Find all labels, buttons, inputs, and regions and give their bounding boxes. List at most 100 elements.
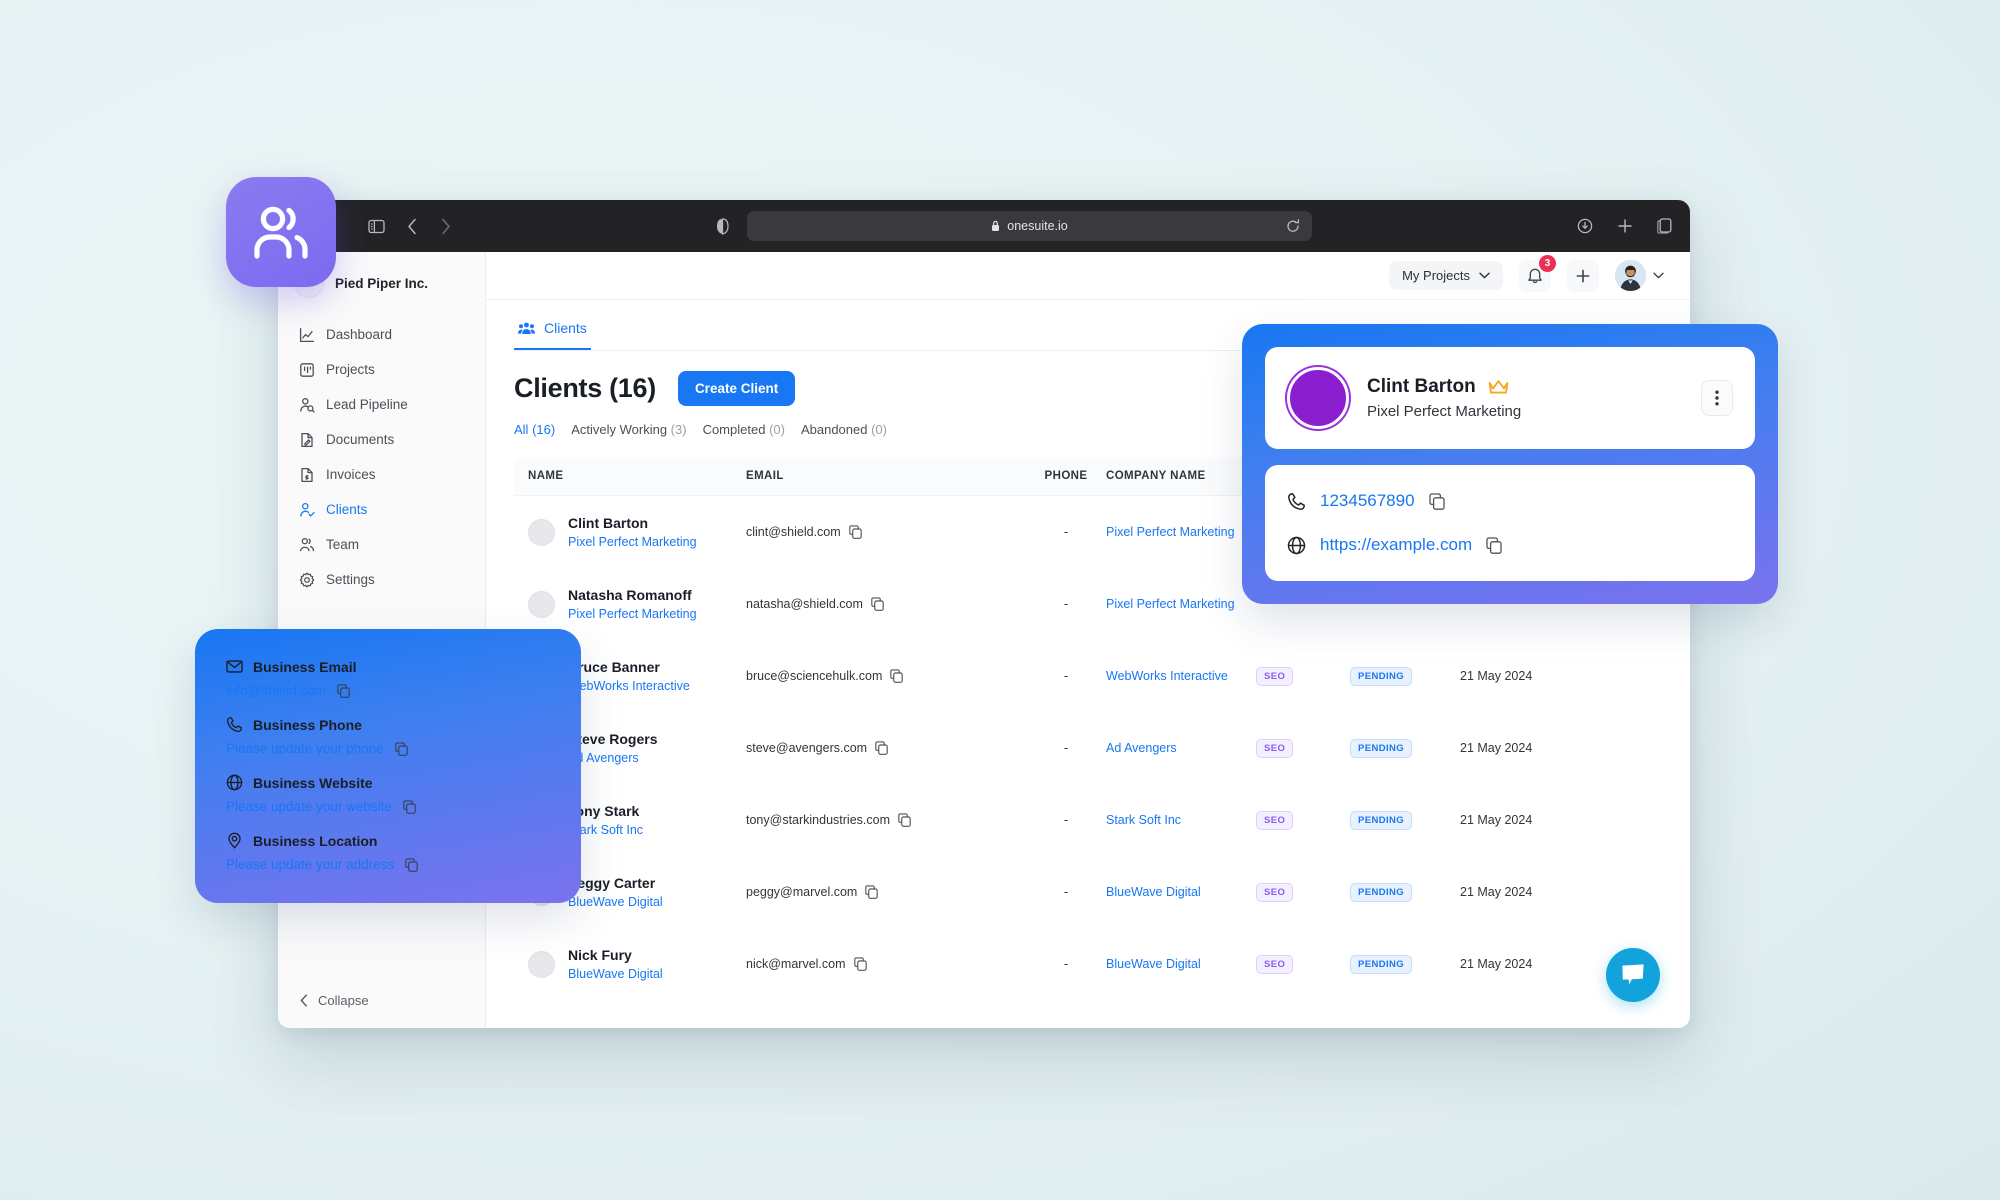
company-name-link[interactable]: Pixel Perfect Marketing: [1106, 597, 1235, 611]
table-row[interactable]: Nick Fury BlueWave Digital nick@marvel.com…: [514, 928, 1614, 1000]
company-name-link[interactable]: Ad Avengers: [1106, 741, 1177, 755]
company-name-link[interactable]: Pixel Perfect Marketing: [1106, 525, 1235, 539]
table-row[interactable]: Peggy Carter BlueWave Digital peggy@marvel…: [514, 856, 1614, 928]
notification-badge: 3: [1539, 254, 1556, 272]
sidebar-item-invoices[interactable]: Invoices: [288, 458, 475, 491]
client-company-link[interactable]: Pixel Perfect Marketing: [568, 607, 697, 621]
copy-icon[interactable]: [403, 799, 416, 814]
tab-clients[interactable]: Clients: [514, 314, 591, 350]
collapse-sidebar-button[interactable]: Collapse: [278, 979, 485, 1028]
forward-icon[interactable]: [440, 218, 451, 235]
gear-icon: [298, 571, 315, 588]
filter-label: Actively Working: [571, 422, 668, 437]
sidebar-item-label: Invoices: [326, 467, 376, 482]
client-name: Bruce Banner: [568, 658, 660, 675]
chevron-left-icon: [300, 994, 308, 1007]
privacy-shield-icon[interactable]: [716, 217, 729, 235]
sidebar-item-documents[interactable]: Documents: [288, 423, 475, 456]
service-tag-badge: SEO: [1256, 811, 1294, 830]
kanban-icon: [298, 361, 315, 378]
create-client-button[interactable]: Create Client: [677, 371, 796, 406]
copy-icon[interactable]: [853, 957, 867, 971]
chat-widget-button[interactable]: [1606, 948, 1660, 1002]
copy-icon[interactable]: [1428, 492, 1445, 510]
filter-count: (16): [532, 422, 556, 437]
client-phone[interactable]: 1234567890: [1320, 491, 1415, 511]
company-name-link[interactable]: BlueWave Digital: [1106, 885, 1201, 899]
user-menu[interactable]: [1615, 260, 1664, 291]
tab-overview-icon[interactable]: [1657, 218, 1672, 234]
business-field-value[interactable]: Please update your phone: [226, 741, 384, 756]
copy-icon[interactable]: [848, 525, 862, 539]
service-tag-badge: SEO: [1256, 667, 1294, 686]
business-field-value[interactable]: info@shield.com: [226, 683, 326, 698]
sidebar-item-team[interactable]: Team: [288, 528, 475, 561]
client-phone: -: [1063, 812, 1069, 827]
client-website[interactable]: https://example.com: [1320, 535, 1472, 555]
client-company-link[interactable]: BlueWave Digital: [568, 967, 663, 981]
sidebar-item-lead-pipeline[interactable]: Lead Pipeline: [288, 388, 475, 421]
client-email: bruce@sciencehulk.com: [746, 669, 883, 683]
add-button[interactable]: [1567, 259, 1599, 292]
status-badge: PENDING: [1350, 883, 1413, 902]
copy-icon[interactable]: [1486, 536, 1502, 554]
notifications-button[interactable]: 3: [1519, 254, 1556, 292]
sidebar-item-settings[interactable]: Settings: [288, 563, 475, 596]
sidebar-item-dashboard[interactable]: Dashboard: [288, 318, 475, 351]
business-field-value[interactable]: Please update your address: [226, 857, 394, 872]
app-topbar: My Projects 3: [486, 252, 1690, 300]
table-row[interactable]: Bruce Banner WebWorks Interactive bruce@sc…: [514, 640, 1614, 712]
page-title: Clients (16): [514, 373, 656, 403]
copy-icon[interactable]: [337, 683, 350, 698]
client-company-link[interactable]: BlueWave Digital: [568, 895, 663, 909]
client-email: peggy@marvel.com: [746, 885, 858, 899]
copy-icon[interactable]: [865, 885, 879, 899]
company-name-link[interactable]: WebWorks Interactive: [1106, 669, 1228, 683]
copy-icon[interactable]: [890, 669, 904, 683]
copy-icon[interactable]: [898, 813, 911, 827]
document-edit-icon: [298, 431, 315, 448]
copy-icon[interactable]: [405, 857, 418, 872]
lock-icon: [991, 220, 1000, 232]
download-icon[interactable]: [1577, 218, 1593, 234]
filter-all[interactable]: All (16): [514, 422, 555, 437]
new-tab-icon[interactable]: [1617, 218, 1633, 234]
client-company-link[interactable]: WebWorks Interactive: [568, 679, 690, 693]
chart-line-icon: [298, 326, 315, 343]
table-row[interactable]: Steve Rogers Ad Avengers steve@avengers.co…: [514, 712, 1614, 784]
filter-actively-working[interactable]: Actively Working (3): [571, 422, 686, 437]
client-detail-header: Clint Barton Pixel Perfect Marketing: [1265, 347, 1755, 449]
filter-count: (0): [769, 422, 785, 437]
client-company-link[interactable]: Pixel Perfect Marketing: [568, 535, 697, 549]
business-field: Business Email info@shield.com: [226, 658, 550, 699]
client-name: Peggy Carter: [568, 874, 656, 891]
copy-icon[interactable]: [394, 741, 408, 756]
business-field-value[interactable]: Please update your website: [226, 799, 392, 814]
row-date: 21 May 2024: [1460, 813, 1533, 827]
filter-abandoned[interactable]: Abandoned (0): [801, 422, 887, 437]
back-icon[interactable]: [407, 218, 418, 235]
sidebar-item-projects[interactable]: Projects: [288, 353, 475, 386]
business-field-label: Business Phone: [253, 716, 362, 733]
business-field: Business Phone Please update your phone: [226, 716, 550, 756]
project-selector[interactable]: My Projects: [1389, 261, 1503, 290]
url-input[interactable]: onesuite.io: [747, 211, 1312, 241]
reload-icon[interactable]: [1286, 219, 1300, 233]
copy-icon[interactable]: [875, 741, 888, 755]
app-logo: [226, 177, 336, 287]
sidebar-toggle-icon[interactable]: [368, 219, 385, 234]
filter-completed[interactable]: Completed (0): [703, 422, 785, 437]
company-name-link[interactable]: BlueWave Digital: [1106, 957, 1201, 971]
copy-icon[interactable]: [871, 597, 884, 611]
table-row[interactable]: Tony Stark Stark Soft Inc tony@starkindust…: [514, 784, 1614, 856]
user-search-icon: [298, 396, 315, 413]
sidebar-item-clients[interactable]: Clients: [288, 493, 475, 526]
business-field-label: Business Location: [253, 832, 378, 849]
client-phone: -: [1063, 884, 1069, 899]
company-name-link[interactable]: Stark Soft Inc: [1106, 813, 1181, 827]
client-more-menu-button[interactable]: [1701, 380, 1733, 416]
phone-icon: [1287, 492, 1306, 511]
sidebar-item-label: Settings: [326, 572, 375, 587]
location-icon: [226, 832, 243, 849]
client-email: natasha@shield.com: [746, 597, 863, 611]
